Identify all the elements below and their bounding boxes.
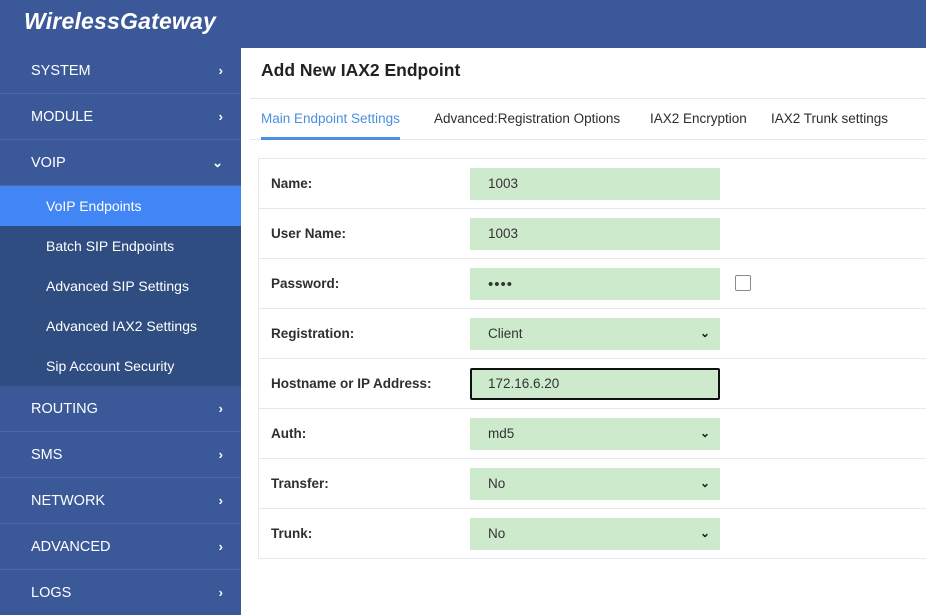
- name-input[interactable]: 1003: [470, 168, 720, 200]
- sidebar-item-label: NETWORK: [31, 493, 106, 509]
- chevron-right-icon: ›: [218, 63, 223, 78]
- chevron-right-icon: ›: [218, 493, 223, 508]
- transfer-select[interactable]: No ⌄: [470, 468, 720, 500]
- sidebar-subitem-label: Advanced IAX2 Settings: [46, 318, 197, 334]
- chevron-down-icon: ⌄: [699, 526, 710, 540]
- tab-label: Advanced:Registration Options: [434, 111, 621, 126]
- sidebar-item-module[interactable]: MODULE ›: [0, 94, 241, 140]
- chevron-right-icon: ›: [218, 585, 223, 600]
- tab-iax2-trunk-settings[interactable]: IAX2 Trunk settings: [771, 99, 888, 140]
- registration-selected-value: Client: [488, 326, 523, 341]
- tab-advanced-registration-options[interactable]: Advanced:Registration Options: [434, 99, 620, 140]
- brand-logo: WirelessGateway: [24, 8, 217, 34]
- auth-select[interactable]: md5 ⌄: [470, 418, 720, 450]
- main-content: Add New IAX2 Endpoint Main Endpoint Sett…: [241, 48, 926, 615]
- show-password-checkbox[interactable]: [735, 275, 751, 291]
- form-row-transfer: Transfer: No ⌄: [259, 459, 926, 509]
- auth-selected-value: md5: [488, 426, 515, 441]
- sidebar-subitem-label: Sip Account Security: [46, 358, 175, 374]
- chevron-down-icon: ⌄: [699, 326, 710, 340]
- field-control-name: 1003: [470, 168, 720, 200]
- password-masked-value: ••••: [488, 276, 514, 293]
- sidebar-item-routing[interactable]: ROUTING ›: [0, 386, 241, 432]
- trunk-select[interactable]: No ⌄: [470, 518, 720, 550]
- sidebar-item-sms[interactable]: SMS ›: [0, 432, 241, 478]
- chevron-down-icon: ⌄: [699, 426, 710, 440]
- tab-label: IAX2 Trunk settings: [771, 111, 889, 126]
- sidebar-item-logs[interactable]: LOGS ›: [0, 570, 241, 615]
- form-row-registration: Registration: Client ⌄: [259, 309, 926, 359]
- form-row-name: Name: 1003: [259, 159, 926, 209]
- field-label-registration: Registration:: [271, 326, 355, 341]
- sidebar-item-network[interactable]: NETWORK ›: [0, 478, 241, 524]
- tab-label: Main Endpoint Settings: [261, 111, 400, 126]
- password-input[interactable]: ••••: [470, 268, 720, 300]
- field-label-user-name: User Name:: [271, 226, 347, 241]
- sidebar-item-advanced-sip-settings[interactable]: Advanced SIP Settings: [0, 266, 241, 306]
- field-control-registration: Client ⌄: [470, 318, 720, 350]
- field-control-transfer: No ⌄: [470, 468, 720, 500]
- form-row-auth: Auth: md5 ⌄: [259, 409, 926, 459]
- sidebar-subitem-label: VoIP Endpoints: [46, 198, 142, 214]
- sidebar-item-system[interactable]: SYSTEM ›: [0, 48, 241, 94]
- sidebar-item-sip-account-security[interactable]: Sip Account Security: [0, 346, 241, 386]
- sidebar-item-label: MODULE: [31, 109, 94, 125]
- registration-select[interactable]: Client ⌄: [470, 318, 720, 350]
- field-label-hostname: Hostname or IP Address:: [271, 376, 432, 391]
- sidebar-item-label: SMS: [31, 447, 63, 463]
- tab-main-endpoint-settings[interactable]: Main Endpoint Settings: [261, 99, 400, 140]
- app-window: WirelessGateway SYSTEM › MODULE › VOIP ⌄…: [0, 0, 926, 615]
- voip-submenu: VoIP Endpoints Batch SIP Endpoints Advan…: [0, 186, 241, 386]
- field-label-auth: Auth:: [271, 426, 307, 441]
- chevron-right-icon: ›: [218, 539, 223, 554]
- field-control-auth: md5 ⌄: [470, 418, 720, 450]
- top-banner: WirelessGateway: [0, 0, 926, 48]
- sidebar-item-batch-sip-endpoints[interactable]: Batch SIP Endpoints: [0, 226, 241, 266]
- sidebar-item-advanced[interactable]: ADVANCED ›: [0, 524, 241, 570]
- sidebar-item-advanced-iax2-settings[interactable]: Advanced IAX2 Settings: [0, 306, 241, 346]
- sidebar-item-label: ROUTING: [31, 401, 98, 417]
- sidebar-item-label: VOIP: [31, 155, 66, 171]
- form-row-password: Password: ••••: [259, 259, 926, 309]
- chevron-right-icon: ›: [218, 401, 223, 416]
- field-label-trunk: Trunk:: [271, 526, 313, 541]
- user-name-input[interactable]: 1003: [470, 218, 720, 250]
- chevron-down-icon: ⌄: [699, 476, 710, 490]
- tab-bar: Main Endpoint Settings Advanced:Registra…: [250, 99, 926, 140]
- sidebar-item-label: LOGS: [31, 585, 72, 601]
- tab-label: IAX2 Encryption: [650, 111, 747, 126]
- sidebar-subitem-label: Advanced SIP Settings: [46, 278, 189, 294]
- field-control-hostname: 172.16.6.20: [470, 368, 720, 400]
- sidebar-subitem-label: Batch SIP Endpoints: [46, 238, 175, 254]
- transfer-selected-value: No: [488, 476, 506, 491]
- form-row-hostname: Hostname or IP Address: 172.16.6.20: [259, 359, 926, 409]
- trunk-selected-value: No: [488, 526, 506, 541]
- chevron-right-icon: ›: [218, 447, 223, 462]
- field-control-user-name: 1003: [470, 218, 720, 250]
- field-label-name: Name:: [271, 176, 313, 191]
- tab-iax2-encryption[interactable]: IAX2 Encryption: [650, 99, 747, 140]
- field-control-password: ••••: [470, 268, 720, 300]
- sidebar-item-label: SYSTEM: [31, 63, 91, 79]
- field-label-password: Password:: [271, 276, 340, 291]
- hostname-input[interactable]: 172.16.6.20: [470, 368, 720, 400]
- sidebar-nav[interactable]: SYSTEM › MODULE › VOIP ⌄ VoIP Endpoints …: [0, 48, 241, 615]
- field-control-trunk: No ⌄: [470, 518, 720, 550]
- form-row-user-name: User Name: 1003: [259, 209, 926, 259]
- sidebar-item-voip-endpoints[interactable]: VoIP Endpoints: [0, 186, 241, 226]
- page-title: Add New IAX2 Endpoint: [261, 60, 461, 80]
- form-row-trunk: Trunk: No ⌄: [259, 509, 926, 559]
- field-label-transfer: Transfer:: [271, 476, 329, 491]
- endpoint-form: Name: 1003 User Name: 1003 Password: •••…: [258, 158, 926, 559]
- chevron-right-icon: ›: [218, 109, 223, 124]
- chevron-down-icon: ⌄: [212, 155, 223, 170]
- sidebar-item-label: ADVANCED: [31, 539, 111, 555]
- sidebar-item-voip[interactable]: VOIP ⌄: [0, 140, 241, 186]
